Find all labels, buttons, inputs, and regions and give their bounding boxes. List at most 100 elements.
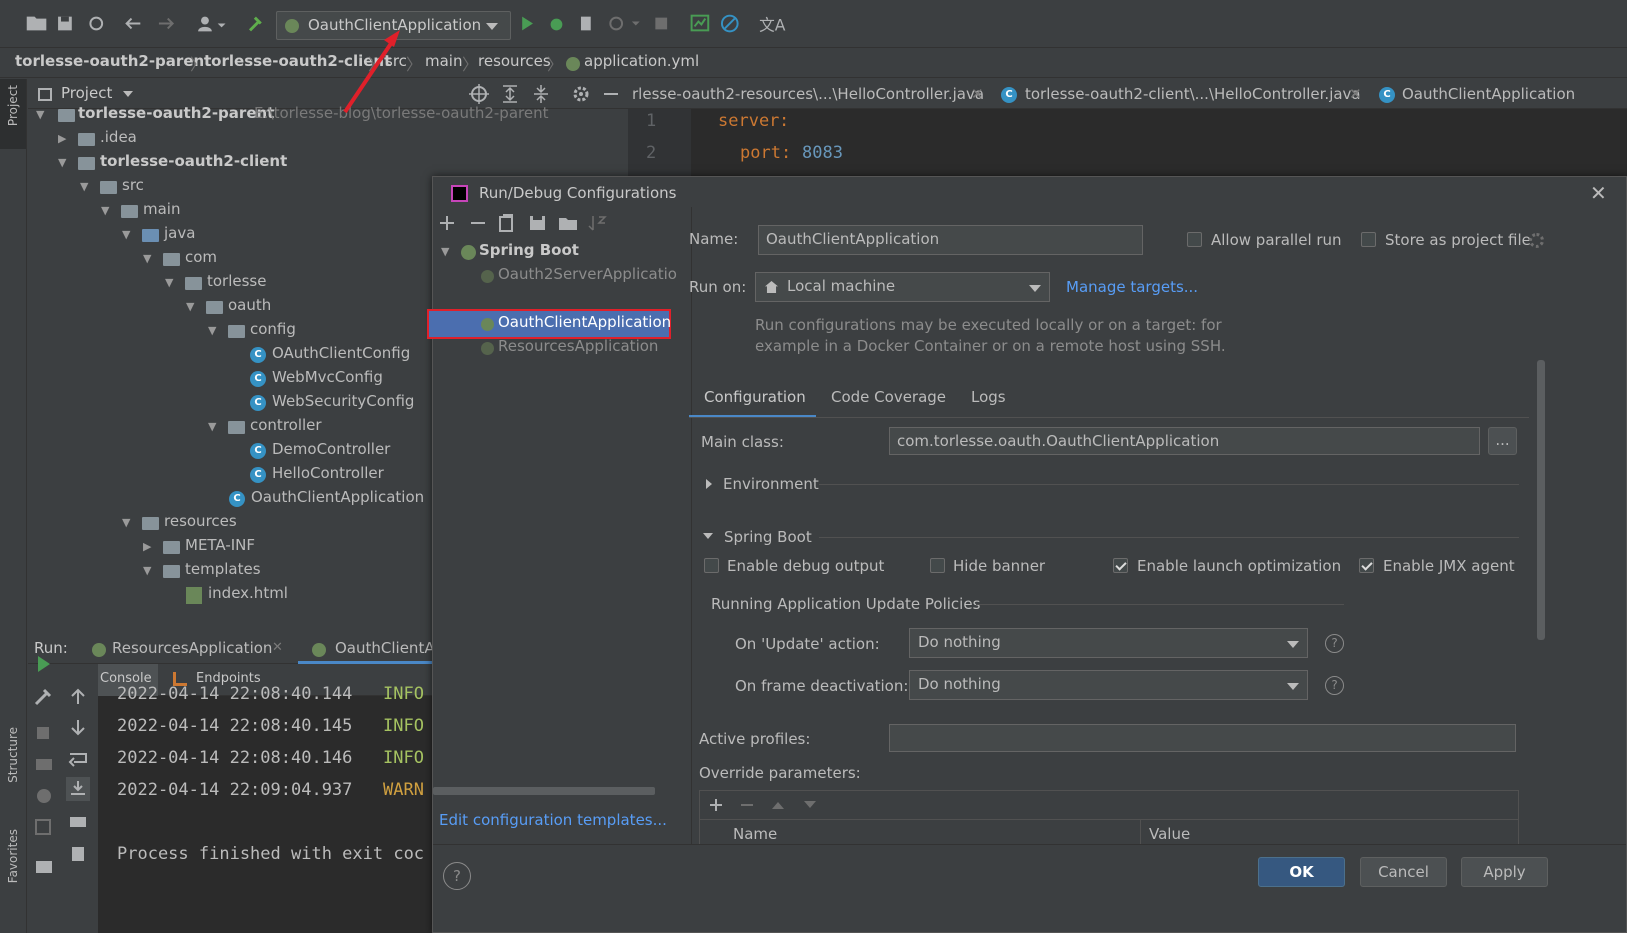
- add-icon[interactable]: [440, 216, 454, 230]
- chevron-right-icon[interactable]: [706, 479, 712, 489]
- store-project-checkbox[interactable]: [1361, 232, 1376, 247]
- config-tree-group-spring-boot[interactable]: ▼ Spring Boot: [433, 241, 688, 265]
- run-config-select[interactable]: OauthClientApplication: [276, 11, 511, 40]
- close-icon[interactable]: ✕: [971, 85, 984, 103]
- active-profiles-field[interactable]: [889, 724, 1516, 752]
- build-hammer-icon[interactable]: [248, 16, 262, 32]
- run-tab-resources[interactable]: ResourcesApplication ✕: [88, 634, 298, 664]
- breadcrumb-item-file[interactable]: application.yml: [584, 52, 699, 70]
- tree-item-templates[interactable]: ▼ templates: [143, 560, 343, 584]
- help-icon[interactable]: ?: [1325, 634, 1344, 653]
- chevron-down-icon[interactable]: [703, 533, 713, 539]
- open-folder-icon[interactable]: [26, 16, 47, 31]
- vcs-user-icon[interactable]: [198, 16, 226, 32]
- save-icon[interactable]: [58, 16, 72, 31]
- tree-item-parent[interactable]: ▼ torlesse-oauth2-parent E:\torlesse-blo…: [36, 104, 636, 128]
- cancel-button[interactable]: Cancel: [1360, 857, 1447, 887]
- print-icon[interactable]: [70, 817, 86, 827]
- debug-icon[interactable]: [550, 18, 563, 31]
- arrow-up-icon[interactable]: [71, 688, 85, 704]
- soft-wrap-icon[interactable]: [68, 753, 87, 767]
- breadcrumb-item-resources[interactable]: resources: [478, 52, 551, 70]
- camera-icon[interactable]: [36, 759, 52, 770]
- config-tree-item-resources[interactable]: ResourcesApplication: [478, 337, 688, 361]
- editor-tab-resources-hello[interactable]: rlesse-oauth2-resources\...\HelloControl…: [632, 85, 984, 103]
- allow-parallel-checkbox[interactable]: [1187, 232, 1202, 247]
- arrow-down-icon[interactable]: [71, 720, 85, 736]
- back-icon[interactable]: [125, 17, 141, 30]
- gear-icon[interactable]: [1529, 233, 1544, 248]
- coverage-icon[interactable]: [580, 16, 591, 31]
- tab-code-coverage[interactable]: Code Coverage: [831, 388, 946, 406]
- move-down-icon[interactable]: [804, 801, 816, 808]
- stop-icon[interactable]: [655, 17, 668, 30]
- environment-section[interactable]: Environment: [723, 475, 819, 493]
- project-tool-button[interactable]: Project: [0, 79, 26, 149]
- tree-item-oauthclientapplication[interactable]: C OauthClientApplication: [229, 488, 449, 512]
- trash-icon[interactable]: [72, 847, 84, 861]
- hide-banner-checkbox[interactable]: [930, 558, 945, 573]
- monitor-icon[interactable]: [690, 14, 710, 32]
- tree-item-websecurityconfig[interactable]: C WebSecurityConfig: [250, 392, 450, 416]
- help-icon[interactable]: ?: [1325, 676, 1344, 695]
- tree-item-meta-inf[interactable]: ▶ META-INF: [143, 536, 343, 560]
- on-frame-select[interactable]: Do nothing: [909, 670, 1308, 700]
- horizontal-scrollbar[interactable]: [433, 787, 655, 795]
- editor-tab-oauthclientapplication[interactable]: OauthClientApplication: [1402, 85, 1575, 103]
- breadcrumb-item-parent[interactable]: torlesse-oauth2-parent: [15, 52, 211, 70]
- move-up-icon[interactable]: [772, 802, 784, 809]
- translate-icon[interactable]: 文A: [759, 15, 786, 34]
- enable-launch-label[interactable]: Enable launch optimization: [1137, 557, 1341, 575]
- store-project-label[interactable]: Store as project file: [1385, 231, 1531, 249]
- tree-item-config[interactable]: ▼ config: [208, 320, 408, 344]
- locate-icon[interactable]: [469, 84, 489, 104]
- copy-icon[interactable]: [499, 214, 513, 232]
- close-icon[interactable]: ✕: [272, 640, 283, 655]
- bug-icon[interactable]: [37, 789, 51, 803]
- tree-item-idea[interactable]: ▶ .idea: [58, 128, 258, 152]
- config-tree-item-oauth2server[interactable]: Oauth2ServerApplicatio: [478, 265, 688, 289]
- close-icon[interactable]: ✕: [1349, 85, 1362, 103]
- tree-item-main[interactable]: ▼ main: [101, 200, 301, 224]
- forward-icon[interactable]: [158, 17, 175, 30]
- tree-item-com[interactable]: ▼ com: [143, 248, 343, 272]
- collapse-all-icon[interactable]: [534, 85, 548, 103]
- add-icon[interactable]: [710, 799, 722, 811]
- stop-icon[interactable]: [37, 727, 49, 739]
- no-entry-icon[interactable]: [720, 14, 739, 33]
- manage-targets-link[interactable]: Manage targets...: [1066, 278, 1198, 296]
- chevron-down-icon[interactable]: [123, 91, 133, 97]
- sort-icon[interactable]: [588, 216, 607, 231]
- wrench-icon[interactable]: [34, 688, 52, 706]
- help-button[interactable]: ?: [443, 862, 471, 890]
- tree-item-client[interactable]: ▼ torlesse-oauth2-client: [58, 152, 358, 176]
- rerun-icon[interactable]: [38, 656, 50, 672]
- tree-item-oauthclientconfig[interactable]: C OAuthClientConfig: [250, 344, 450, 368]
- expand-all-icon[interactable]: [503, 85, 517, 103]
- main-class-field[interactable]: com.torlesse.oauth.OauthClientApplicatio…: [889, 427, 1480, 455]
- enable-jmx-checkbox[interactable]: [1359, 558, 1374, 573]
- gear-icon[interactable]: [573, 86, 589, 102]
- new-folder-icon[interactable]: [559, 218, 577, 230]
- name-field[interactable]: OauthClientApplication: [758, 225, 1143, 255]
- tree-item-oauth[interactable]: ▼ oauth: [186, 296, 386, 320]
- editor-tab-client-hello[interactable]: torlesse-oauth2-client\...\HelloControll…: [1025, 85, 1361, 103]
- spring-boot-section[interactable]: Spring Boot: [724, 528, 812, 546]
- sync-icon[interactable]: [89, 16, 104, 31]
- ok-button[interactable]: OK: [1258, 857, 1345, 887]
- scroll-to-end-icon[interactable]: [66, 777, 90, 801]
- close-icon[interactable]: ✕: [1590, 181, 1607, 205]
- tree-item-webmvcconfig[interactable]: C WebMvcConfig: [250, 368, 450, 392]
- breadcrumb-item-main[interactable]: main: [425, 52, 462, 70]
- tab-logs[interactable]: Logs: [971, 388, 1006, 406]
- enable-launch-checkbox[interactable]: [1113, 558, 1128, 573]
- apply-button[interactable]: Apply: [1461, 857, 1548, 887]
- run-icon[interactable]: [522, 16, 533, 31]
- run-on-select[interactable]: Local machine: [755, 272, 1050, 302]
- enable-jmx-label[interactable]: Enable JMX agent: [1383, 557, 1515, 575]
- exit-icon[interactable]: [35, 819, 51, 835]
- tree-item-hellocontroller[interactable]: C HelloController: [250, 464, 450, 488]
- save-config-icon[interactable]: [530, 216, 545, 230]
- favorites-tool-label[interactable]: Favorites: [6, 829, 20, 883]
- tab-configuration[interactable]: Configuration: [689, 380, 816, 418]
